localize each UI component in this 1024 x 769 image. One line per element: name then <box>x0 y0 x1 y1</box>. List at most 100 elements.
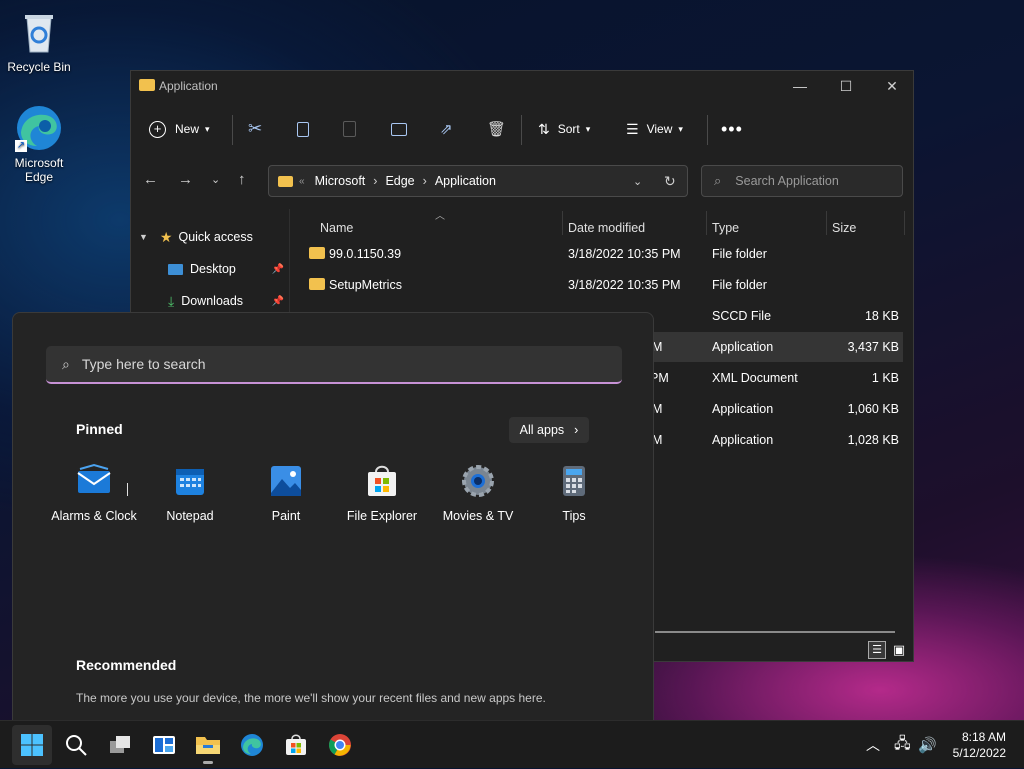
back-button[interactable]: ← <box>143 171 158 188</box>
refresh-icon[interactable]: ↻ <box>664 173 676 190</box>
file-type: Application <box>712 340 774 354</box>
desktop-icon-recycle-bin[interactable]: Recycle Bin <box>1 8 77 74</box>
start-button[interactable] <box>12 725 52 765</box>
pinned-app-notepad[interactable]: Notepad <box>142 463 238 523</box>
file-date: 3/18/2022 10:35 PM <box>568 247 681 261</box>
breadcrumb-overflow[interactable]: « <box>299 176 305 187</box>
copy-icon <box>297 121 309 137</box>
cut-button[interactable]: ✂ <box>248 109 262 149</box>
minimize-button[interactable]: — <box>777 71 823 101</box>
nav-label-downloads: Downloads <box>181 294 244 308</box>
mail-icon <box>76 463 112 499</box>
taskbar-store[interactable] <box>276 725 316 765</box>
edge-label-line2: Edge <box>24 170 54 184</box>
widgets-button[interactable] <box>144 725 184 765</box>
close-button[interactable]: ✕ <box>869 71 915 101</box>
start-search-input[interactable]: ⌕ Type here to search <box>46 346 622 384</box>
search-box[interactable]: ⌕ Search Application <box>701 165 903 197</box>
taskbar-edge[interactable] <box>232 725 272 765</box>
file-row[interactable]: 99.0.1150.39 3/18/2022 10:35 PM File fol… <box>301 239 903 269</box>
title-bar[interactable]: Application — ☐ ✕ <box>131 71 913 103</box>
trash-icon: 🗑 <box>487 121 507 138</box>
recent-locations-button[interactable]: ⌄ <box>211 173 220 186</box>
sort-label: Sort <box>557 122 580 136</box>
pinned-app-tips[interactable]: Tips <box>526 463 622 523</box>
breadcrumb-edge[interactable]: Edge <box>385 174 414 188</box>
all-apps-button[interactable]: All apps › <box>509 417 589 443</box>
pinned-app-file-explorer[interactable]: File Explorer <box>334 463 430 523</box>
more-options-button[interactable]: ••• <box>721 109 743 149</box>
network-button[interactable]: 🖧 <box>894 721 911 769</box>
settings-gear-icon <box>460 463 496 499</box>
search-placeholder: Search Application <box>735 174 839 188</box>
nav-label-quick-access: Quick access <box>178 230 253 244</box>
nav-item-quick-access[interactable]: ▼ ★ Quick access <box>139 225 253 249</box>
command-bar: + New ▾ ✂ ⇗ 🗑 ⇅ Sort ▾ ☰ View ▾ ••• <box>131 109 913 149</box>
chevron-right-icon: › <box>422 174 427 188</box>
file-name: SetupMetrics <box>329 278 402 292</box>
maximize-button[interactable]: ☐ <box>823 71 869 101</box>
up-button[interactable]: ↑ <box>238 171 246 188</box>
pinned-app-movies-tv[interactable]: Movies & TV <box>430 463 526 523</box>
new-button[interactable]: + New ▾ <box>149 109 210 149</box>
file-type: XML Document <box>712 371 798 385</box>
desktop-icon-edge[interactable]: ↗ Microsoft Edge <box>1 104 77 184</box>
sort-button[interactable]: ⇅ Sort ▾ <box>538 109 590 149</box>
view-button[interactable]: ☰ View ▾ <box>626 109 683 149</box>
column-header-date[interactable]: Date modified <box>568 215 645 241</box>
app-label: File Explorer <box>346 509 418 523</box>
scissors-icon: ✂ <box>248 119 263 138</box>
nav-item-downloads[interactable]: ⤓ Downloads 📌 <box>168 289 284 313</box>
search-button[interactable] <box>56 725 96 765</box>
breadcrumb-microsoft[interactable]: Microsoft <box>315 174 366 188</box>
pinned-app-paint[interactable]: Paint <box>238 463 334 523</box>
volume-button[interactable]: 🔊 <box>918 721 937 769</box>
rename-button[interactable] <box>391 109 407 149</box>
pinned-heading: Pinned <box>76 421 123 437</box>
horizontal-scrollbar[interactable] <box>655 631 895 633</box>
chevron-down-icon: ▾ <box>585 123 591 134</box>
clock-date: 5/12/2022 <box>952 746 1006 760</box>
folder-icon <box>278 175 293 187</box>
chevron-down-icon: ⌄ <box>211 174 221 186</box>
edge-icon: ↗ <box>15 104 63 152</box>
column-header-type[interactable]: Type <box>712 215 739 241</box>
breadcrumb-application[interactable]: Application <box>435 174 496 188</box>
task-view-button[interactable] <box>100 725 140 765</box>
file-size: 1 KB <box>871 371 899 385</box>
sort-icon: ⇅ <box>538 120 550 137</box>
paste-button[interactable] <box>343 109 356 149</box>
chevron-right-icon: › <box>574 423 579 437</box>
details-view-button[interactable]: ☰ <box>868 641 886 659</box>
taskbar: ︿ 🖧 🔊 8:18 AM 5/12/2022 <box>0 720 1024 768</box>
file-size: 1,028 KB <box>847 433 899 447</box>
share-button[interactable]: ⇗ <box>440 109 453 149</box>
chevron-down-icon: ▾ <box>205 123 210 134</box>
column-header-size[interactable]: Size <box>832 215 856 241</box>
store-icon <box>364 463 400 499</box>
all-apps-label: All apps <box>519 423 565 437</box>
taskbar-chrome[interactable] <box>320 725 360 765</box>
clock-time: 8:18 AM <box>961 730 1006 744</box>
clock[interactable]: 8:18 AM 5/12/2022 <box>953 729 1006 761</box>
speaker-icon: 🔊 <box>918 737 937 754</box>
recommended-empty-text: The more you use your device, the more w… <box>76 691 546 705</box>
address-dropdown-icon[interactable]: ⌄ <box>633 175 642 188</box>
file-type: Application <box>712 402 774 416</box>
copy-button[interactable] <box>297 109 309 149</box>
nav-item-desktop[interactable]: Desktop 📌 <box>168 257 284 281</box>
folder-icon <box>309 278 325 290</box>
share-icon: ⇗ <box>440 121 453 138</box>
app-label: Movies & TV <box>442 509 514 523</box>
address-bar[interactable]: « Microsoft › Edge › Application ⌄ ↻ <box>268 165 688 197</box>
file-row[interactable]: SetupMetrics 3/18/2022 10:35 PM File fol… <box>301 270 903 300</box>
arrow-right-icon: → <box>178 171 193 188</box>
tiles-view-button[interactable]: ▣ <box>890 641 908 659</box>
column-header-name[interactable]: Name <box>320 215 353 241</box>
file-type: File folder <box>712 247 767 261</box>
taskbar-file-explorer[interactable] <box>188 725 228 765</box>
delete-button[interactable]: 🗑 <box>487 109 506 149</box>
show-hidden-icons-button[interactable]: ︿ <box>866 721 880 769</box>
new-label: New <box>175 122 200 136</box>
forward-button[interactable]: → <box>178 171 193 188</box>
